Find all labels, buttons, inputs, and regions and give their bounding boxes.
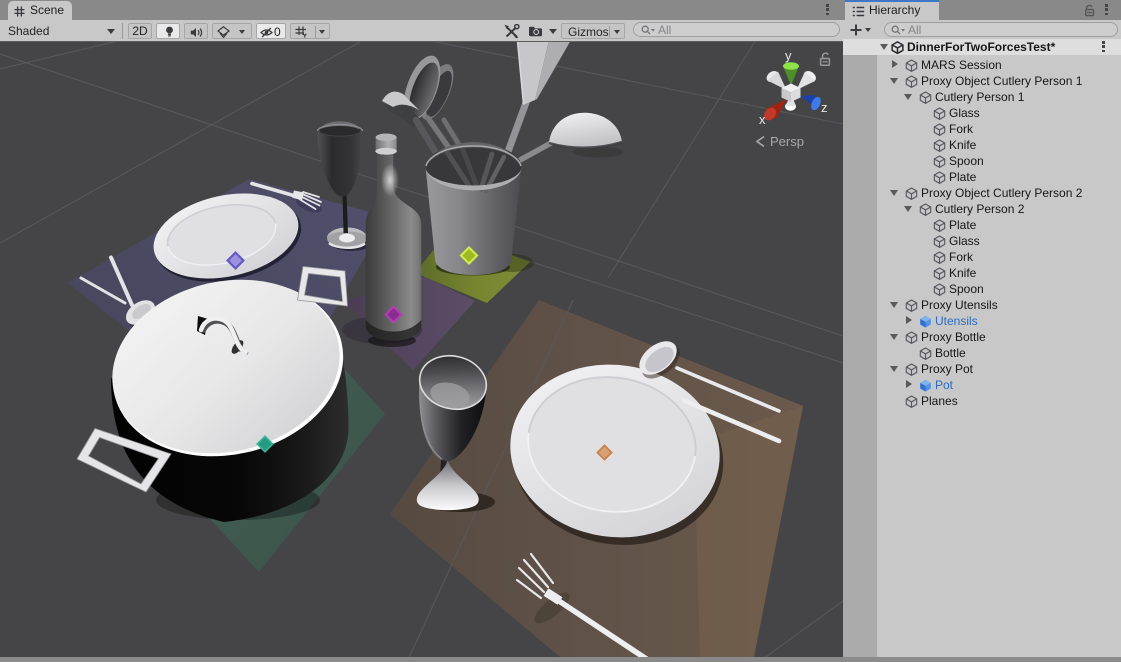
svg-text:z: z: [821, 100, 828, 115]
svg-text:y: y: [785, 48, 792, 63]
svg-text:Persp: Persp: [770, 134, 804, 149]
svg-text:x: x: [759, 112, 766, 127]
